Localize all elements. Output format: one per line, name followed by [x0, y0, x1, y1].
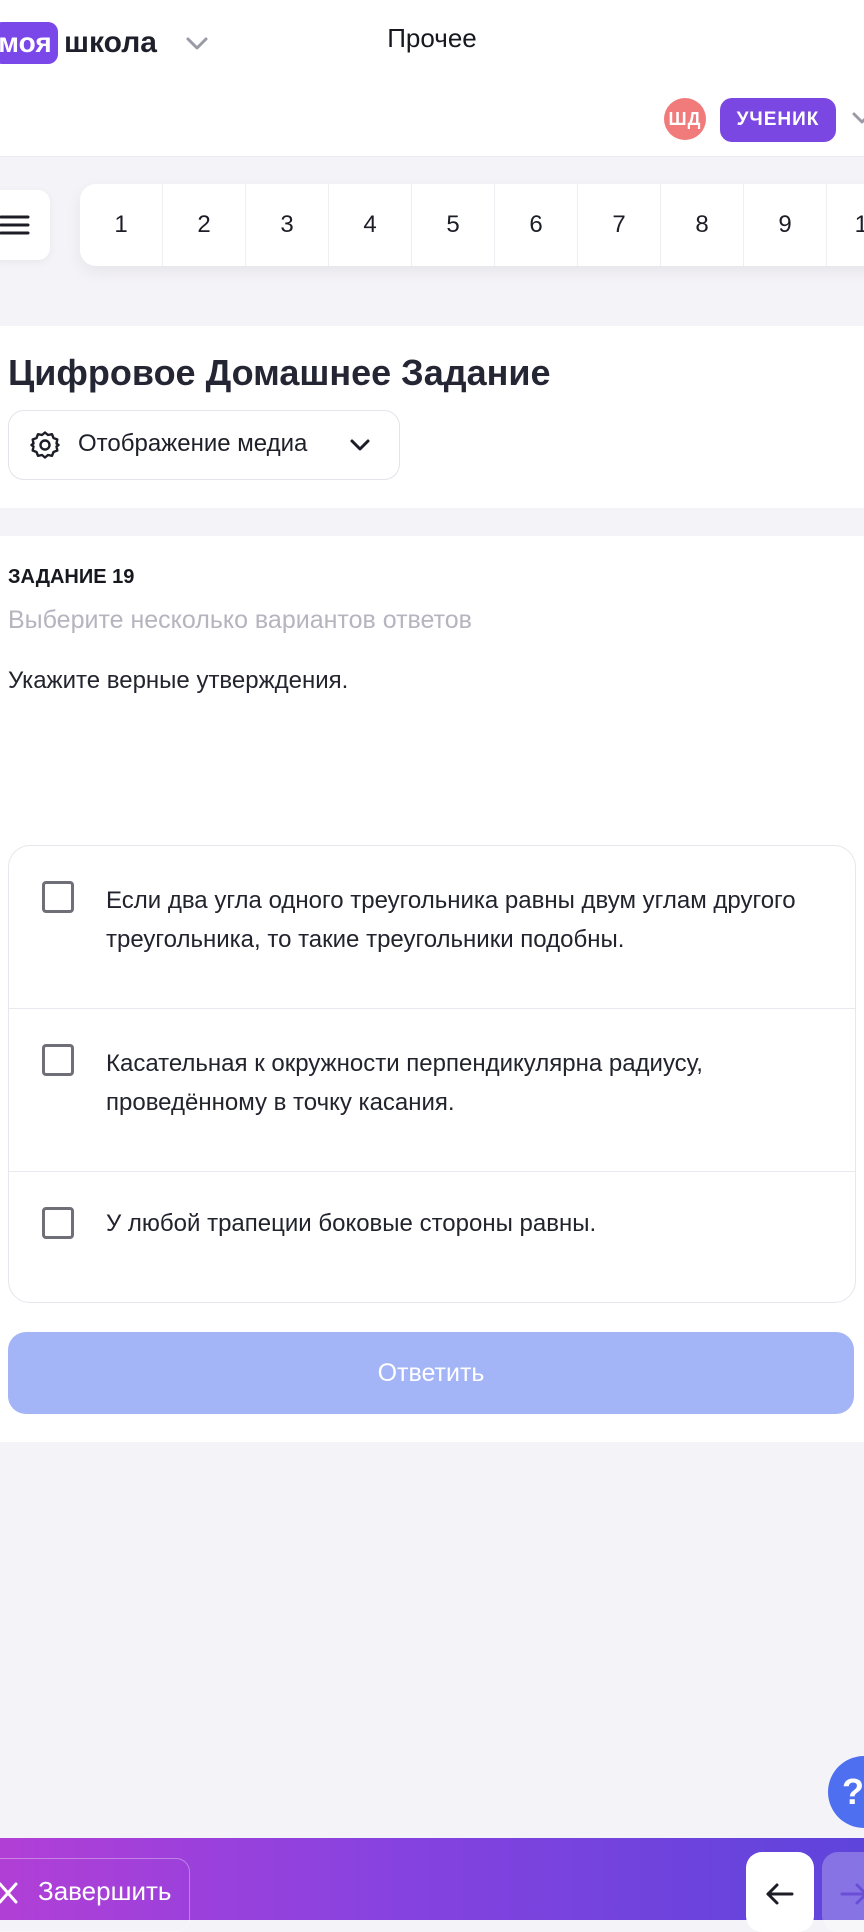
- answer-option[interactable]: Касательная к окружности перпендикулярна…: [9, 1009, 855, 1171]
- chevron-down-icon: [350, 439, 370, 451]
- chevron-down-icon[interactable]: [184, 30, 210, 56]
- task-number-tab[interactable]: 9: [744, 184, 827, 266]
- task-number-tab[interactable]: 7: [578, 184, 661, 266]
- task-number-label: ЗАДАНИЕ 19: [8, 566, 135, 588]
- checkbox[interactable]: [42, 1207, 74, 1239]
- answer-option-text: Касательная к окружности перпендикулярна…: [106, 1050, 703, 1116]
- task-number-strip: 1 2 3 4 5 6 7 8 9 10: [80, 184, 864, 266]
- task-hint: Выберите несколько вариантов ответов: [8, 606, 472, 634]
- finish-label: Завершить: [38, 1876, 172, 1906]
- answer-option-text: Если два угла одного треугольника равны …: [106, 887, 796, 953]
- arrow-right-icon: [840, 1883, 864, 1905]
- task-number-tab[interactable]: 2: [163, 184, 246, 266]
- homework-title: Цифровое Домашнее Задание: [8, 352, 551, 393]
- task-number-tab[interactable]: 5: [412, 184, 495, 266]
- avatar[interactable]: ШД: [664, 98, 706, 140]
- checkbox[interactable]: [42, 881, 74, 913]
- task-number-tab[interactable]: 3: [246, 184, 329, 266]
- close-icon: [0, 1882, 18, 1904]
- logo-badge[interactable]: моя: [0, 22, 58, 64]
- answer-option-text: У любой трапеции боковые стороны равны.: [106, 1210, 597, 1237]
- arrow-left-icon: [766, 1883, 794, 1905]
- checkbox[interactable]: [42, 1044, 74, 1076]
- role-badge[interactable]: УЧЕНИК: [720, 98, 836, 142]
- task-number-tab[interactable]: 10: [827, 184, 864, 266]
- gear-icon: [30, 431, 60, 459]
- task-number-tab[interactable]: 1: [80, 184, 163, 266]
- task-number-tab[interactable]: 4: [329, 184, 412, 266]
- answer-option[interactable]: Если два угла одного треугольника равны …: [9, 846, 855, 1008]
- answer-options-list: Если два угла одного треугольника равны …: [8, 845, 856, 1303]
- task-number-tab[interactable]: 8: [661, 184, 744, 266]
- help-button[interactable]: ?: [828, 1756, 864, 1828]
- submit-answer-button[interactable]: Ответить: [8, 1332, 854, 1414]
- media-select-label: Отображение медиа: [78, 430, 308, 457]
- answer-option[interactable]: У любой трапеции боковые стороны равны.: [9, 1172, 855, 1302]
- task-question: Укажите верные утверждения.: [8, 667, 349, 694]
- user-menu-chevron-icon[interactable]: [852, 108, 864, 128]
- hamburger-menu-icon: [0, 215, 30, 235]
- logo-wordmark[interactable]: школа: [64, 22, 157, 64]
- task-number-tab[interactable]: 6: [495, 184, 578, 266]
